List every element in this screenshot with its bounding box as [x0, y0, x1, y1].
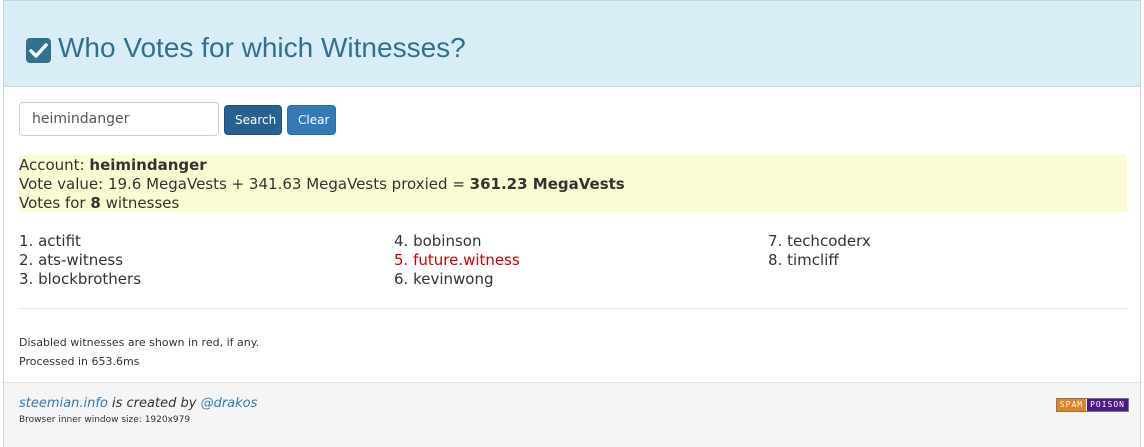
witness-item: 3. blockbrothers — [19, 270, 142, 288]
votes-suffix: witnesses — [105, 194, 180, 212]
clear-button[interactable]: Clear — [287, 105, 336, 135]
checkbox-checked-icon — [26, 38, 51, 63]
page-title: Who Votes for which Witnesses? — [58, 32, 466, 63]
badge-left-text: SPAM — [1056, 399, 1088, 411]
witness-item: 6. kevinwong — [394, 270, 494, 288]
window-size-text: Browser inner window size: 1920x979 — [19, 415, 191, 425]
votes-count-line: Votes for 8 witnesses — [19, 194, 1127, 213]
witness-item: 8. timcliff — [768, 251, 839, 269]
divider — [19, 308, 1127, 309]
witness-column-3: 7. techcoderx 8. timcliff — [768, 232, 871, 270]
spam-poison-badge[interactable]: SPAM POISON — [1055, 398, 1129, 412]
vote-value-total: 361.23 MegaVests — [469, 175, 625, 193]
page-footer: steemian.info is created by @drakos Brow… — [4, 382, 1140, 447]
account-name: heimindanger — [89, 156, 207, 174]
witness-item-disabled: 5. future.witness — [394, 251, 520, 269]
processed-time: Processed in 653.6ms — [19, 355, 140, 368]
witness-column-1: 1. actifit 2. ats-witness 3. blockbrothe… — [19, 232, 141, 289]
votes-count: 8 — [90, 194, 101, 212]
account-search-input[interactable] — [19, 102, 219, 136]
created-by-text: is created by — [112, 396, 197, 411]
page-header: Who Votes for which Witnesses? — [4, 1, 1140, 87]
witness-item: 7. techcoderx — [768, 232, 871, 250]
site-link[interactable]: steemian.info — [19, 396, 108, 411]
account-line: Account: heimindanger — [19, 156, 1127, 175]
witness-item: 2. ats-witness — [19, 251, 124, 269]
witness-item: 1. actifit — [19, 232, 81, 250]
footer-credit: steemian.info is created by @drakos — [19, 396, 257, 411]
badge-right-text: POISON — [1087, 399, 1128, 411]
vote-value-line: Vote value: 19.6 MegaVests + 341.63 Mega… — [19, 175, 1127, 194]
witness-column-2: 4. bobinson 5. future.witness 6. kevinwo… — [394, 232, 520, 289]
votes-prefix: Votes for — [19, 194, 86, 212]
author-link[interactable]: @drakos — [201, 396, 258, 411]
account-summary: Account: heimindanger Vote value: 19.6 M… — [19, 155, 1127, 212]
page-frame: Who Votes for which Witnesses? Search Cl… — [3, 0, 1141, 447]
search-button[interactable]: Search — [224, 105, 282, 135]
disabled-note: Disabled witnesses are shown in red, if … — [19, 336, 260, 349]
account-label: Account: — [19, 156, 85, 174]
vote-value-text: Vote value: 19.6 MegaVests + 341.63 Mega… — [19, 175, 465, 193]
witness-item: 4. bobinson — [394, 232, 482, 250]
